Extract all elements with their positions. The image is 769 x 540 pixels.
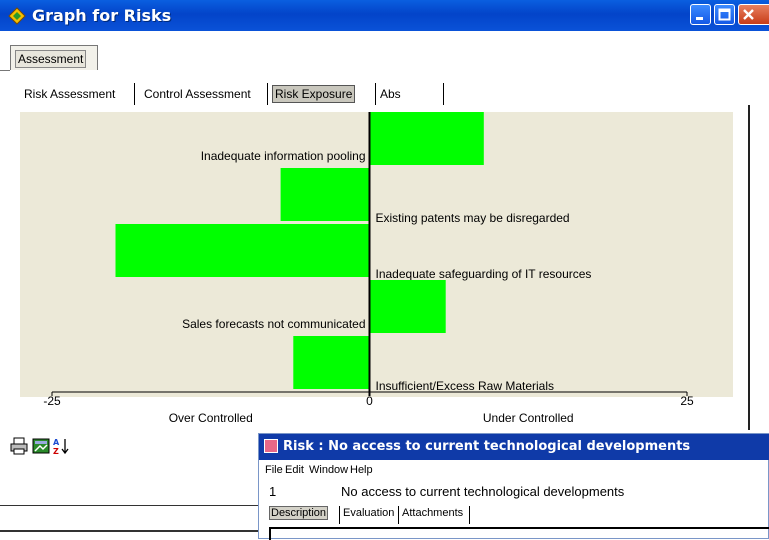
tab-assessment[interactable]: Assessment [10,45,98,70]
tab-description-label: Description [269,506,329,520]
sort-az-icon[interactable]: A Z [52,437,70,455]
risk-menu-bar: File Edit Window Help [259,462,769,478]
window-title: Graph for Risks [32,6,172,25]
tab-risk-exposure-label: Risk Exposure [272,85,356,103]
close-icon [743,9,754,20]
tab-divider [0,70,10,71]
menu-edit[interactable]: Edit [285,464,304,476]
chart-left-label: Over Controlled [169,411,253,425]
title-bar[interactable]: Graph for Risks [0,0,769,31]
svg-text:Z: Z [53,447,59,455]
chart-bar [293,336,370,389]
divider [0,505,260,506]
export-chart-icon[interactable] [32,437,50,455]
panel-right-border [748,105,750,430]
risk-window-icon [264,439,278,453]
chart-category-label: Existing patents may be disregarded [376,211,570,225]
menu-window[interactable]: Window [309,464,348,476]
chart-bar [280,168,370,221]
risk-detail-window: Risk : No access to current technologica… [258,433,769,540]
risk-detail-tabs: Description Evaluation Attachments [267,504,517,524]
menu-file[interactable]: File [265,464,283,476]
description-text-area[interactable] [269,527,769,540]
chart-bar [115,224,370,277]
tab-description[interactable]: Description [267,504,330,524]
tab-evaluation-label: Evaluation [343,507,395,519]
sub-tab-strip: Risk Assessment Control Assessment Risk … [20,81,480,105]
chart-category-label: Sales forecasts not communicated [182,317,365,331]
svg-text:A: A [53,438,60,447]
chart-right-label: Under Controlled [483,411,574,425]
close-button[interactable] [738,4,769,25]
tab-abs-label: Abs [380,87,401,101]
chart-canvas: Inadequate information pooling Existing p… [20,112,733,425]
tab-attachments[interactable]: Attachments [400,504,465,524]
risk-id-row: 1 No access to current technological dev… [259,482,769,500]
chart-category-label: Inadequate safeguarding of IT resources [376,267,592,281]
tab-control-assessment-label: Control Assessment [144,87,251,101]
tab-separator [339,506,340,524]
risk-name: No access to current technological devel… [341,484,625,499]
risk-id: 1 [269,484,277,499]
printer-icon[interactable] [10,437,28,455]
tab-evaluation[interactable]: Evaluation [341,504,396,524]
chart-tick-label: 0 [366,394,373,408]
chart-bar [369,112,484,165]
risk-window-title: Risk : No access to current technologica… [283,439,691,454]
tab-control-assessment[interactable]: Control Assessment [140,81,255,105]
risk-exposure-chart: Inadequate information pooling Existing p… [20,112,733,427]
chart-category-label: Inadequate information pooling [201,149,366,163]
minimize-icon [696,17,703,20]
chart-tick-label: 25 [680,394,694,408]
tab-assessment-label: Assessment [15,50,87,68]
chart-category-label: Insufficient/Excess Raw Materials [376,379,555,393]
tab-separator [398,506,399,524]
chart-bar [369,280,446,333]
tab-risk-exposure[interactable]: Risk Exposure [268,81,359,105]
maximize-icon [718,8,731,21]
menu-help[interactable]: Help [350,464,373,476]
tab-separator [443,83,447,105]
tab-separator [134,83,138,105]
tab-risk-assessment-label: Risk Assessment [24,87,116,101]
tab-risk-assessment[interactable]: Risk Assessment [20,81,119,105]
app-icon [8,7,26,25]
minimize-button[interactable] [690,4,711,25]
tab-attachments-label: Attachments [402,507,464,519]
chart-tick-label: -25 [43,394,61,408]
maximize-button[interactable] [714,4,735,25]
graph-window: Graph for Risks Assessment Risk Assessme… [0,0,769,540]
divider [0,530,260,532]
tab-abs[interactable]: Abs [376,81,405,105]
tab-separator [469,506,470,524]
risk-window-title-bar[interactable]: Risk : No access to current technologica… [259,434,769,460]
